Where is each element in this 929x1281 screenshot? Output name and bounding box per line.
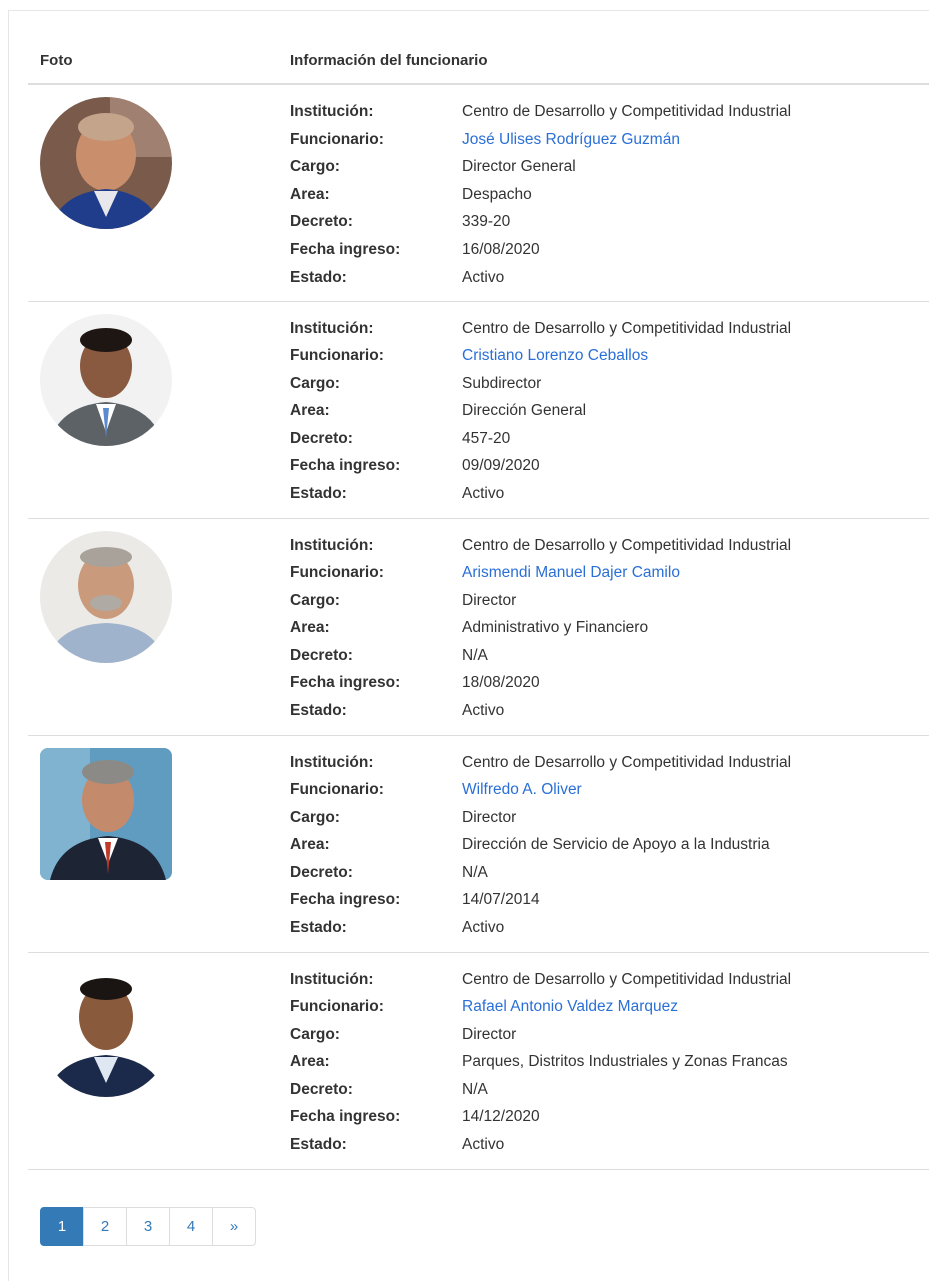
value-fecha: 16/08/2020 xyxy=(462,240,540,258)
page-1-button[interactable]: 1 xyxy=(40,1207,84,1246)
official-name-link[interactable]: Cristiano Lorenzo Ceballos xyxy=(462,342,648,370)
value-cargo: Subdirector xyxy=(462,374,542,392)
label-decreto: Decreto: xyxy=(290,863,353,881)
page-4-button[interactable]: 4 xyxy=(169,1207,213,1246)
label-area: Area: xyxy=(290,836,330,854)
value-institucion: Centro de Desarrollo y Competitividad In… xyxy=(462,970,792,988)
value-estado: Activo xyxy=(462,1136,505,1154)
value-cargo: Director xyxy=(462,591,517,609)
label-institucion: Institución: xyxy=(290,970,374,988)
official-photo xyxy=(40,964,172,1097)
label-funcionario: Funcionario: xyxy=(290,564,384,582)
value-decreto: 339-20 xyxy=(462,213,511,231)
label-decreto: Decreto: xyxy=(290,213,353,231)
label-estado: Estado: xyxy=(290,702,347,720)
official-name-link[interactable]: José Ulises Rodríguez Guzmán xyxy=(462,126,680,154)
value-area: Dirección de Servicio de Apoyo a la Indu… xyxy=(462,836,770,854)
label-funcionario: Funcionario: xyxy=(290,781,384,799)
official-photo xyxy=(40,313,172,446)
value-estado: Activo xyxy=(462,919,505,937)
officials-table: Foto Información del funcionario Institu… xyxy=(28,38,929,1170)
value-institucion: Centro de Desarrollo y Competitividad In… xyxy=(462,103,792,120)
value-area: Parques, Distritos Industriales y Zonas … xyxy=(462,1053,788,1071)
label-fecha: Fecha ingreso: xyxy=(290,240,401,258)
label-estado: Estado: xyxy=(290,268,347,286)
value-estado: Activo xyxy=(462,702,505,720)
value-decreto: N/A xyxy=(462,863,488,881)
label-area: Area: xyxy=(290,402,330,420)
next-page-button[interactable]: » xyxy=(212,1207,256,1246)
pagination: 1 2 3 4 » xyxy=(40,1207,256,1246)
label-institucion: Institución: xyxy=(290,319,374,337)
label-area: Area: xyxy=(290,1053,330,1071)
value-area: Despacho xyxy=(462,185,532,203)
page-3-button[interactable]: 3 xyxy=(126,1207,170,1246)
official-photo xyxy=(40,530,172,663)
label-fecha: Fecha ingreso: xyxy=(290,891,401,909)
label-estado: Estado: xyxy=(290,1136,347,1154)
label-decreto: Decreto: xyxy=(290,1080,353,1098)
label-cargo: Cargo: xyxy=(290,374,340,392)
value-fecha: 18/08/2020 xyxy=(462,674,540,692)
header-info: Información del funcionario xyxy=(290,38,929,85)
value-cargo: Director xyxy=(462,1025,517,1043)
label-funcionario: Funcionario: xyxy=(290,130,384,148)
table-row: Institución: Centro de Desarrollo y Compe… xyxy=(28,518,929,736)
official-name-link[interactable]: Arismendi Manuel Dajer Camilo xyxy=(462,559,680,587)
value-cargo: Director General xyxy=(462,158,576,176)
label-funcionario: Funcionario: xyxy=(290,998,384,1016)
value-estado: Activo xyxy=(462,485,505,503)
official-photo xyxy=(40,747,172,880)
label-area: Area: xyxy=(290,185,330,203)
value-decreto: N/A xyxy=(462,646,488,664)
table-row: Institución: Centro de Desarrollo y Compe… xyxy=(28,952,929,1170)
label-decreto: Decreto: xyxy=(290,646,353,664)
label-funcionario: Funcionario: xyxy=(290,347,384,365)
value-decreto: N/A xyxy=(462,1080,488,1098)
value-fecha: 14/07/2014 xyxy=(462,891,540,909)
label-fecha: Fecha ingreso: xyxy=(290,1108,401,1126)
label-cargo: Cargo: xyxy=(290,1025,340,1043)
label-institucion: Institución: xyxy=(290,753,374,771)
value-fecha: 09/09/2020 xyxy=(462,457,540,475)
label-area: Area: xyxy=(290,619,330,637)
label-institucion: Institución: xyxy=(290,103,374,120)
label-institucion: Institución: xyxy=(290,536,374,554)
table-row: Institución: Centro de Desarrollo y Compe… xyxy=(28,301,929,519)
page-2-button[interactable]: 2 xyxy=(83,1207,127,1246)
table-row: Institución: Centro de Desarrollo y Compe… xyxy=(28,735,929,953)
value-area: Dirección General xyxy=(462,402,587,420)
label-estado: Estado: xyxy=(290,485,347,503)
header-photo: Foto xyxy=(28,38,290,85)
official-name-link[interactable]: Rafael Antonio Valdez Marquez xyxy=(462,993,678,1021)
label-fecha: Fecha ingreso: xyxy=(290,674,401,692)
value-estado: Activo xyxy=(462,268,505,286)
value-institucion: Centro de Desarrollo y Competitividad In… xyxy=(462,319,792,337)
label-cargo: Cargo: xyxy=(290,808,340,826)
official-photo xyxy=(40,97,172,229)
value-institucion: Centro de Desarrollo y Competitividad In… xyxy=(462,753,792,771)
label-fecha: Fecha ingreso: xyxy=(290,457,401,475)
value-institucion: Centro de Desarrollo y Competitividad In… xyxy=(462,536,792,554)
table-row: Institución: Centro de Desarrollo y Compe… xyxy=(28,84,929,302)
official-name-link[interactable]: Wilfredo A. Oliver xyxy=(462,776,582,804)
value-area: Administrativo y Financiero xyxy=(462,619,649,637)
value-fecha: 14/12/2020 xyxy=(462,1108,540,1126)
value-cargo: Director xyxy=(462,808,517,826)
value-decreto: 457-20 xyxy=(462,429,511,447)
label-cargo: Cargo: xyxy=(290,591,340,609)
label-cargo: Cargo: xyxy=(290,158,340,176)
label-decreto: Decreto: xyxy=(290,429,353,447)
label-estado: Estado: xyxy=(290,919,347,937)
